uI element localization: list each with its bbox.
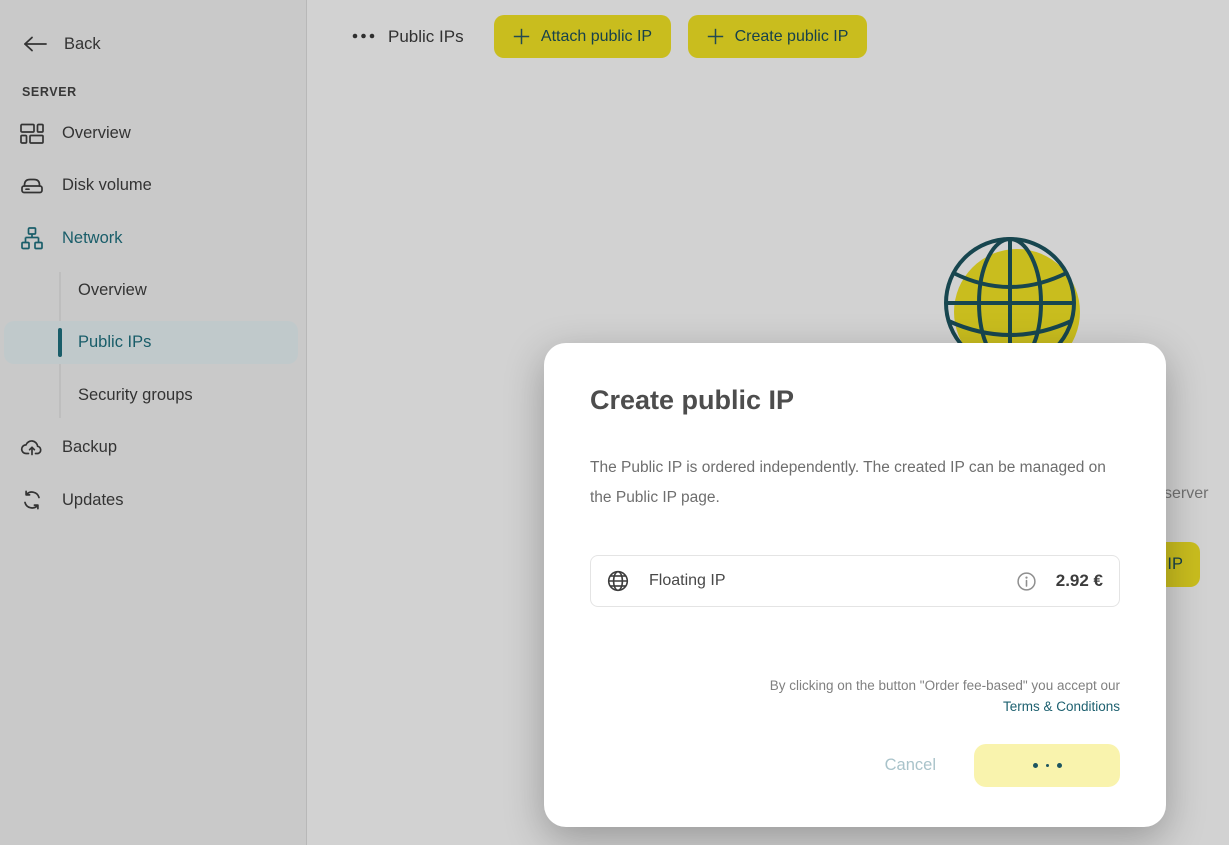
create-public-ip-modal: Create public IP The Public IP is ordere… [544, 343, 1166, 827]
modal-title: Create public IP [590, 383, 1120, 417]
option-price: 2.92 € [1056, 571, 1103, 591]
order-button-loading[interactable] [974, 744, 1120, 787]
terms-link[interactable]: Terms & Conditions [590, 696, 1120, 717]
loading-dot [1046, 764, 1049, 767]
loading-dot [1057, 763, 1062, 768]
disclaimer: By clicking on the button "Order fee-bas… [590, 675, 1120, 717]
cancel-button[interactable]: Cancel [885, 756, 936, 775]
modal-actions: Cancel [590, 744, 1120, 787]
loading-dot [1033, 763, 1038, 768]
app-root: Back SERVER Overview Disk volume [0, 0, 1229, 845]
info-icon[interactable] [1017, 572, 1036, 591]
floating-ip-option-row[interactable]: Floating IP 2.92 € [590, 555, 1120, 607]
globe-icon [607, 570, 629, 592]
modal-description: The Public IP is ordered independently. … [590, 453, 1122, 513]
disclaimer-text: By clicking on the button "Order fee-bas… [770, 678, 1120, 693]
option-label: Floating IP [649, 572, 725, 590]
